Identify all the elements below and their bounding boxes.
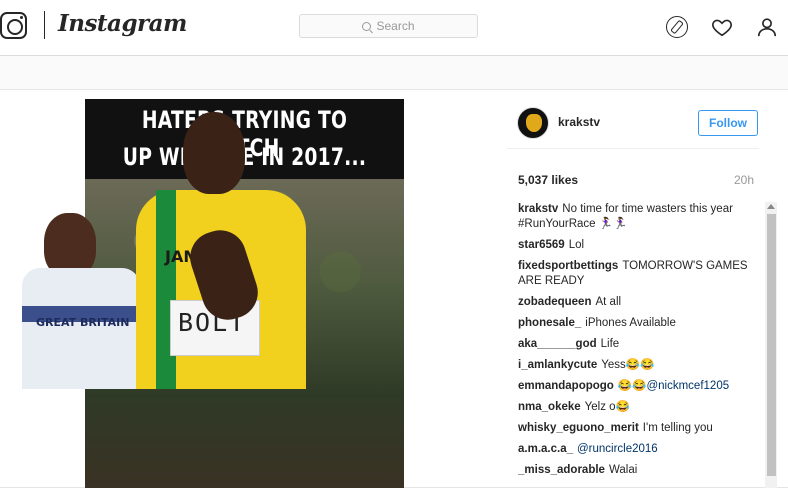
comment-username[interactable]: phonesale_ — [518, 317, 581, 329]
avatar-badge-icon — [526, 114, 542, 132]
post-username[interactable]: krakstv — [558, 115, 600, 129]
comment-text: Lol — [568, 239, 585, 251]
comment-item: _miss_adorable Walai — [518, 463, 760, 478]
search-placeholder: Search — [376, 19, 415, 33]
comment-username[interactable]: _miss_adorable — [518, 464, 605, 476]
search-input[interactable]: Search — [299, 14, 478, 38]
comment-username[interactable]: aka______god — [518, 338, 597, 350]
comment-username[interactable]: whisky_eguono_merit — [518, 422, 639, 434]
avatar[interactable] — [517, 107, 549, 139]
comment-username[interactable]: nma_okeke — [518, 401, 581, 413]
comment-text: At all — [595, 296, 622, 308]
comment-item: aka______god Life — [518, 337, 760, 352]
comment-text: Yelz o😂 — [584, 401, 630, 413]
left-jersey-text: GREAT BRITAIN — [36, 316, 130, 329]
comment-text: Walai — [608, 464, 638, 476]
center-runner-head — [183, 112, 245, 194]
heart-icon[interactable] — [711, 16, 733, 38]
comment-username[interactable]: krakstv — [518, 203, 558, 215]
post-timestamp[interactable]: 20h — [734, 173, 754, 187]
logo-divider — [44, 11, 45, 39]
comment-username[interactable]: a.m.a.c.a_ — [518, 443, 573, 455]
comment-username[interactable]: fixedsportbettings — [518, 260, 618, 272]
comments-list: krakstv No time for time wasters this yea… — [518, 202, 760, 488]
follow-button[interactable]: Follow — [698, 110, 758, 136]
comment-text[interactable]: @runcircle2016 — [577, 443, 658, 455]
comment-item: emmandapopogo 😂😂@nickmcef1205 — [518, 379, 760, 394]
comment-text[interactable]: 😂😂@nickmcef1205 — [618, 380, 729, 392]
comment-item: whisky_eguono_merit I'm telling you — [518, 421, 760, 436]
comment-username[interactable]: emmandapopogo — [518, 380, 614, 392]
comment-item: i_amlankycute Yess😂😂 — [518, 358, 760, 373]
comment-item: phonesale_ iPhones Available — [518, 316, 760, 331]
meme-caption-band: HATERS TRYING TO CATCH UP WITH ME IN 201… — [85, 99, 404, 179]
comment-item: star6569 Lol — [518, 238, 760, 253]
comment-text: Life — [600, 338, 620, 350]
compass-icon[interactable] — [666, 16, 688, 38]
comment-username[interactable]: star6569 — [518, 239, 565, 251]
search-icon — [362, 21, 372, 31]
comment-text: iPhones Available — [585, 317, 676, 329]
comment-text: I'm telling you — [642, 422, 713, 434]
comment-item: nma_okeke Yelz o😂 — [518, 400, 760, 415]
scrollbar-thumb[interactable] — [767, 214, 776, 476]
person-icon[interactable] — [756, 16, 778, 38]
comment-text: Yess😂😂 — [601, 359, 655, 371]
instagram-wordmark[interactable]: Instagram — [58, 10, 187, 37]
top-navigation-bar: Instagram Search — [0, 0, 788, 56]
comment-item: a.m.a.c.a_ @runcircle2016 — [518, 442, 760, 457]
comment-item: fixedsportbettings TOMORROW'S GAMES ARE R… — [518, 259, 760, 289]
comment-username[interactable]: i_amlankycute — [518, 359, 597, 371]
comment-item: krakstv No time for time wasters this yea… — [518, 202, 760, 232]
comment-item: zobadequeen At all — [518, 295, 760, 310]
comment-username[interactable]: zobadequeen — [518, 296, 591, 308]
likes-count[interactable]: 5,037 likes — [518, 173, 578, 187]
instagram-camera-icon[interactable] — [0, 12, 27, 39]
scroll-up-arrow-icon[interactable] — [767, 204, 775, 209]
